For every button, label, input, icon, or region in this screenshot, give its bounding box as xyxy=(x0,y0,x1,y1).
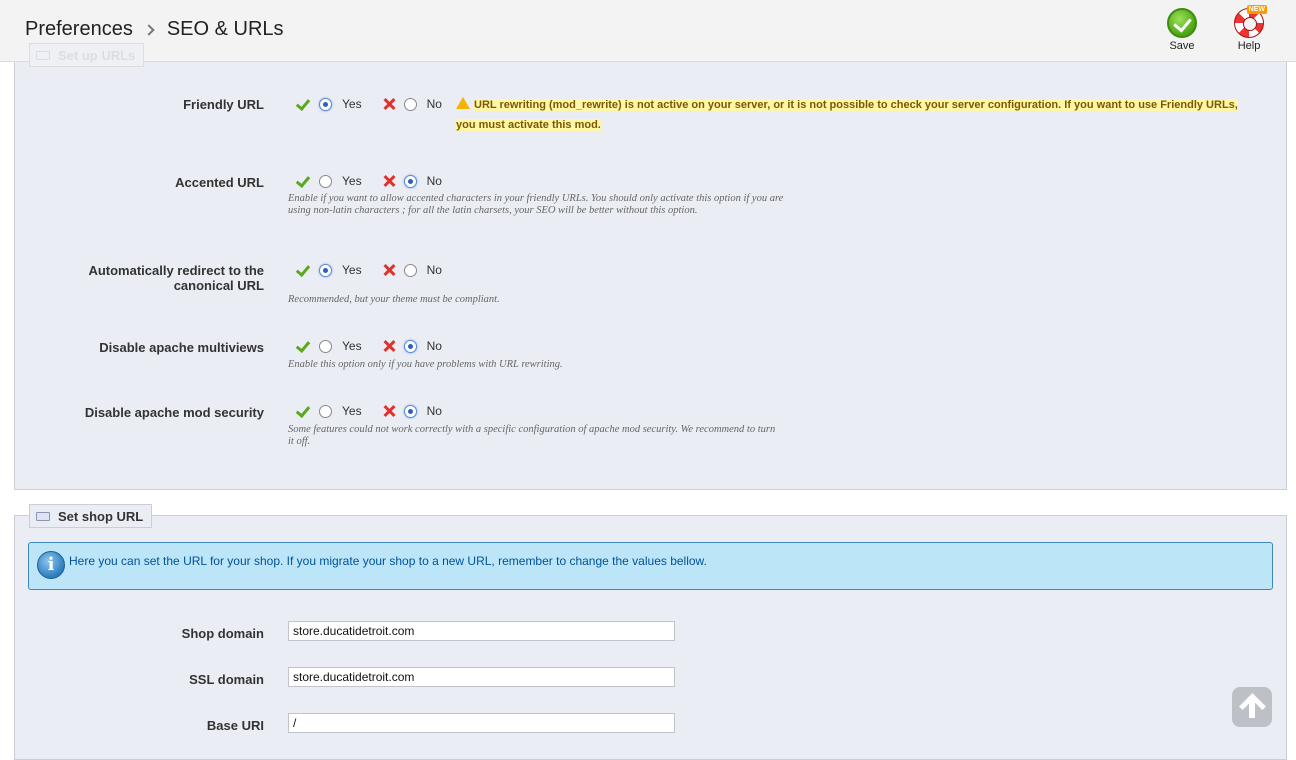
scroll-to-top-button[interactable] xyxy=(1232,687,1272,727)
cross-icon xyxy=(382,263,396,277)
breadcrumb: Preferences SEO & URLs xyxy=(25,18,284,41)
cross-icon xyxy=(382,339,396,353)
radio-no-label: No xyxy=(426,174,442,188)
option-label: Automatically redirect to the canonical … xyxy=(88,263,264,293)
radio-yes[interactable] xyxy=(319,97,332,111)
page-toolbar: Preferences SEO & URLs Save NEW Help xyxy=(0,0,1296,62)
radio-no-label: No xyxy=(426,97,442,111)
lifebuoy-icon: NEW xyxy=(1234,5,1267,38)
cross-icon xyxy=(382,174,396,188)
field-label: SSL domain xyxy=(189,672,264,687)
cross-icon xyxy=(382,404,396,418)
check-icon xyxy=(295,263,311,277)
info-text: Here you can set the URL for your shop. … xyxy=(69,554,707,568)
mod-rewrite-warning: URL rewriting (mod_rewrite) is not activ… xyxy=(456,95,1256,135)
option-hint: Recommended, but your theme must be comp… xyxy=(288,294,500,305)
yes-no-group: Yes No xyxy=(295,174,456,188)
radio-yes-label: Yes xyxy=(342,263,362,277)
shop-url-panel: Set shop URL i Here you can set the URL … xyxy=(14,504,1287,760)
field-label: Shop domain xyxy=(181,626,264,641)
setup-urls-panel: Set up URLs Friendly URL Yes No URL rewr… xyxy=(14,43,1287,490)
help-label: Help xyxy=(1237,40,1261,52)
radio-no[interactable] xyxy=(403,97,417,111)
info-alert: i Here you can set the URL for your shop… xyxy=(28,542,1273,590)
radio-no-label: No xyxy=(426,339,442,353)
info-icon: i xyxy=(37,551,65,579)
check-icon xyxy=(295,174,311,188)
radio-no-label: No xyxy=(426,263,442,277)
option-hint: Enable if you want to allow accented cha… xyxy=(288,193,784,216)
option-label: Accented URL xyxy=(175,175,264,190)
help-button[interactable]: NEW Help xyxy=(1224,5,1274,52)
chevron-right-icon xyxy=(143,23,155,36)
breadcrumb-parent[interactable]: Preferences xyxy=(25,18,133,41)
field-label: Base URI xyxy=(206,718,264,733)
option-hint: Some features could not work correctly w… xyxy=(288,424,776,447)
legend-title: Set shop URL xyxy=(58,508,144,524)
yes-no-group: Yes No xyxy=(295,263,456,277)
legend-title: Set up URLs xyxy=(58,47,136,63)
setup-urls-legend: Set up URLs xyxy=(29,43,145,67)
check-icon xyxy=(295,97,311,111)
radio-yes[interactable] xyxy=(319,404,332,418)
radio-no-label: No xyxy=(426,404,442,418)
save-check-icon xyxy=(1167,8,1197,38)
base-uri-input[interactable] xyxy=(288,713,675,733)
option-label: Disable apache mod security xyxy=(84,405,264,420)
radio-no[interactable] xyxy=(403,339,417,353)
keyboard-icon xyxy=(36,511,50,521)
radio-no[interactable] xyxy=(403,263,417,277)
radio-no[interactable] xyxy=(403,404,417,418)
yes-no-group: Yes No xyxy=(295,404,456,418)
check-icon xyxy=(295,339,311,353)
shop-domain-input[interactable] xyxy=(288,621,675,641)
radio-yes[interactable] xyxy=(319,174,332,188)
option-label: Friendly URL xyxy=(183,97,264,112)
save-label: Save xyxy=(1169,40,1195,52)
warning-text: URL rewriting (mod_rewrite) is not activ… xyxy=(456,99,1238,131)
yes-no-group: Yes No xyxy=(295,339,456,353)
cross-icon xyxy=(382,97,396,111)
save-button[interactable]: Save xyxy=(1157,8,1207,52)
radio-yes-label: Yes xyxy=(342,174,362,188)
ssl-domain-input[interactable] xyxy=(288,667,675,687)
page-title: SEO & URLs xyxy=(166,18,284,40)
radio-yes-label: Yes xyxy=(342,339,362,353)
radio-yes-label: Yes xyxy=(342,404,362,418)
radio-yes[interactable] xyxy=(319,263,332,277)
yes-no-group: Yes No xyxy=(295,97,456,111)
new-badge: NEW xyxy=(1246,5,1267,14)
radio-yes[interactable] xyxy=(319,339,332,353)
keyboard-icon xyxy=(36,50,50,60)
option-label: Disable apache multiviews xyxy=(99,340,264,355)
radio-no[interactable] xyxy=(403,174,417,188)
option-hint: Enable this option only if you have prob… xyxy=(288,359,563,370)
check-icon xyxy=(295,404,311,418)
radio-yes-label: Yes xyxy=(342,97,362,111)
shop-url-legend: Set shop URL xyxy=(29,504,153,528)
warning-icon xyxy=(456,97,470,109)
